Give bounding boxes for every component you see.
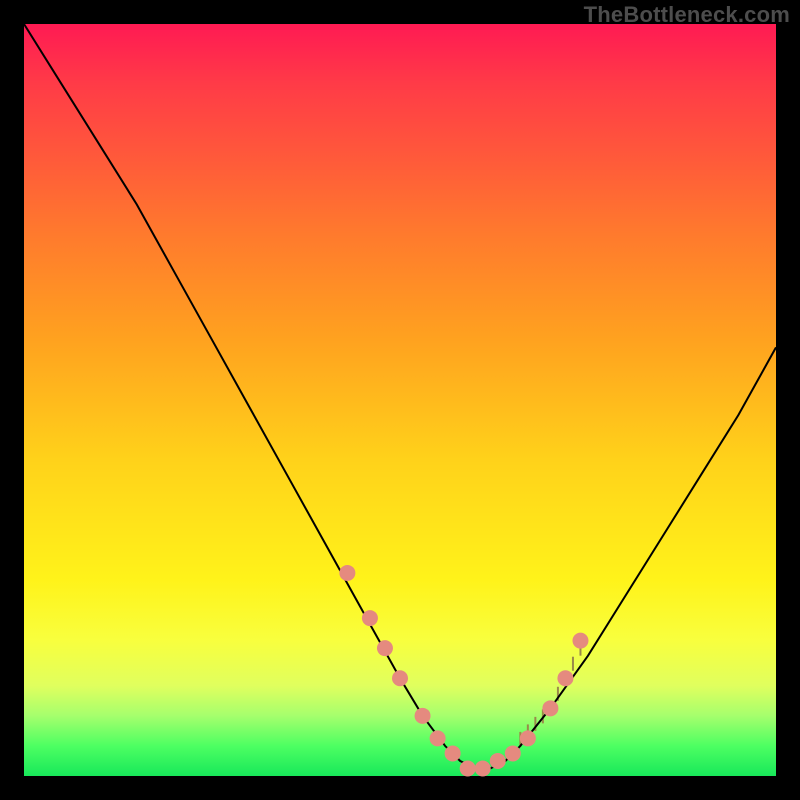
chart-plot-area [24,24,776,776]
bottleneck-curve [24,24,776,769]
valley-marker [520,730,536,746]
valley-marker [339,565,355,581]
valley-marker [557,670,573,686]
valley-marker [490,753,506,769]
tick-group [520,642,580,746]
valley-marker [392,670,408,686]
valley-marker [460,760,476,776]
chart-svg [24,24,776,776]
marker-group [339,565,588,777]
watermark-text: TheBottleneck.com [584,2,790,28]
valley-marker [542,700,558,716]
chart-frame: TheBottleneck.com [0,0,800,800]
valley-marker [475,760,491,776]
valley-marker [362,610,378,626]
valley-marker [377,640,393,656]
valley-marker [415,708,431,724]
valley-marker [445,745,461,761]
valley-marker [430,730,446,746]
valley-marker [505,745,521,761]
valley-marker [572,633,588,649]
